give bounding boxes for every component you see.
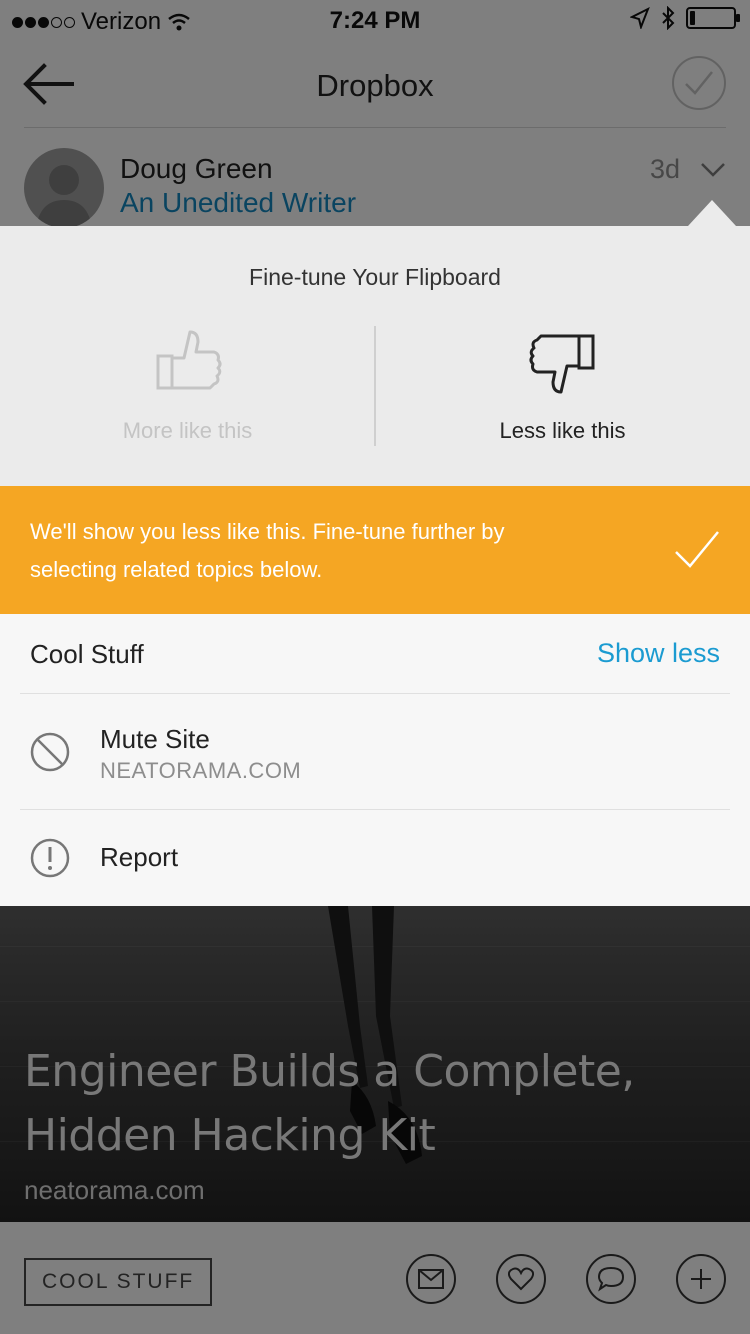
less-like-this-button[interactable]: Less like this xyxy=(375,322,750,452)
no-entry-icon xyxy=(30,732,70,772)
more-like-this-button[interactable]: More like this xyxy=(0,322,375,452)
more-like-this-label: More like this xyxy=(122,418,253,443)
thumbs-up-icon xyxy=(156,330,222,390)
fine-tune-popover: Fine-tune Your Flipboard More like this … xyxy=(0,200,750,906)
popover-pointer xyxy=(688,200,736,226)
feedback-notice: We'll show you less like this. Fine-tune… xyxy=(0,486,750,614)
topic-row: Cool Stuff Show less xyxy=(20,614,730,694)
report-row[interactable]: Report xyxy=(20,810,730,906)
report-label: Report xyxy=(100,842,179,872)
thumbs-down-icon xyxy=(529,334,595,394)
mute-site-label: Mute Site xyxy=(100,724,210,754)
less-like-this-label: Less like this xyxy=(499,418,626,443)
notice-text: We'll show you less like this. Fine-tune… xyxy=(30,519,505,582)
show-less-button[interactable]: Show less xyxy=(597,638,720,669)
exclamation-circle-icon xyxy=(30,838,70,878)
mute-site-domain: NEATORAMA.COM xyxy=(100,758,302,783)
feedback-section: Fine-tune Your Flipboard More like this … xyxy=(0,226,750,486)
popover-heading: Fine-tune Your Flipboard xyxy=(249,264,501,290)
mute-site-row[interactable]: Mute Site NEATORAMA.COM xyxy=(20,694,730,810)
checkmark-icon[interactable] xyxy=(674,528,720,570)
topic-name: Cool Stuff xyxy=(30,639,144,669)
topic-options: Cool Stuff Show less Mute Site NEATORAMA… xyxy=(0,614,750,906)
